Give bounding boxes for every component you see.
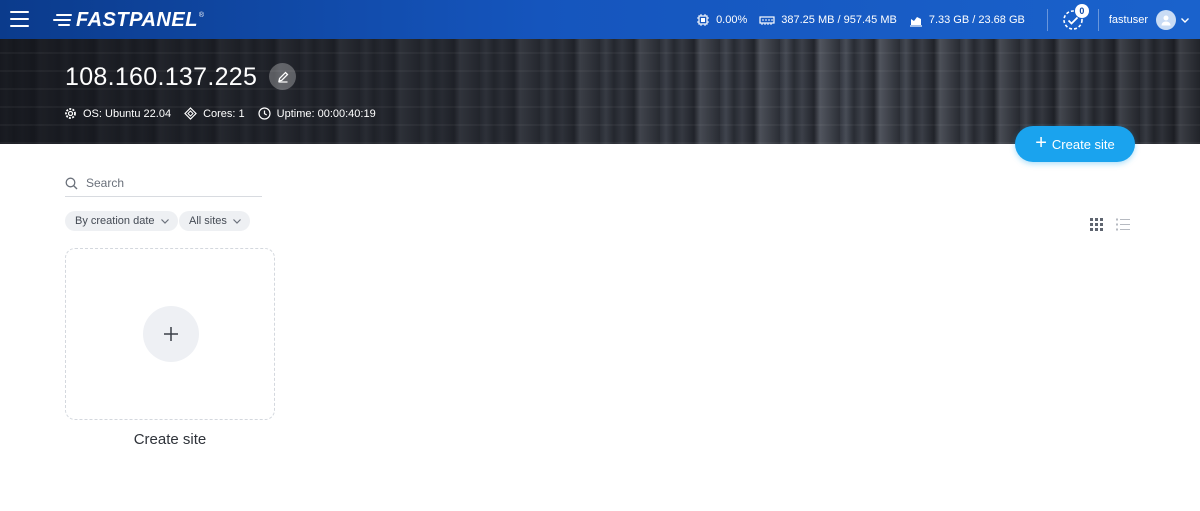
chevron-down-icon [1181, 17, 1189, 23]
disk-stat[interactable]: 7.33 GB / 23.68 GB [909, 13, 1025, 27]
sort-dropdown[interactable]: By creation date [65, 211, 178, 231]
top-navigation-bar: FASTPANEL ® 0.00% 387.25 MB / 957.45 MB … [0, 0, 1200, 39]
search-field[interactable] [65, 170, 262, 197]
sort-dropdown-label: By creation date [75, 215, 155, 227]
logo-registered-mark: ® [198, 11, 205, 19]
divider [1046, 8, 1048, 31]
cores-info: Cores: 1 [184, 107, 245, 120]
fastpanel-logo[interactable]: FASTPANEL ® [52, 9, 204, 31]
create-site-button-label: Create site [1051, 136, 1115, 152]
os-info: OS: Ubuntu 22.04 [64, 107, 171, 120]
plus-icon: + [1035, 132, 1047, 154]
chevron-down-icon [160, 219, 169, 224]
menu-icon[interactable] [10, 10, 30, 28]
username: fastuser [1108, 13, 1148, 26]
create-site-card[interactable] [65, 248, 275, 420]
divider [1097, 8, 1099, 31]
logo-text: FASTPANEL [76, 8, 198, 31]
search-input[interactable] [86, 176, 246, 190]
cpu-value: 0.00% [716, 13, 748, 26]
ram-icon [759, 15, 775, 25]
plus-icon [164, 327, 178, 341]
page: FASTPANEL ® 0.00% 387.25 MB / 957.45 MB … [0, 0, 1200, 511]
ram-value: 387.25 MB / 957.45 MB [781, 13, 897, 26]
avatar-icon [1156, 9, 1176, 30]
tasks-count-badge: 0 [1074, 3, 1089, 18]
list-view-icon[interactable] [1116, 218, 1130, 231]
disk-value: 7.33 GB / 23.68 GB [928, 13, 1025, 26]
uptime-info: Uptime: 00:00:40:19 [258, 107, 376, 120]
add-site-circle [143, 306, 199, 362]
create-site-button[interactable]: + Create site [1015, 126, 1135, 162]
grid-view-icon[interactable] [1090, 218, 1103, 231]
os-label: OS: Ubuntu 22.04 [83, 107, 172, 120]
server-meta: OS: Ubuntu 22.04 Cores: 1 Uptime: 00:00:… [64, 107, 389, 120]
tasks-button[interactable]: 0 [1062, 3, 1089, 31]
create-site-card-label: Create site [133, 431, 207, 448]
user-menu[interactable]: fastuser [1108, 9, 1190, 30]
chevron-down-icon [232, 219, 241, 224]
site-filter-label: All sites [189, 215, 227, 227]
gear-icon [65, 108, 76, 119]
uptime-label: Uptime: 00:00:40:19 [276, 107, 376, 120]
diamond-icon [184, 107, 197, 120]
logo-mark-icon [52, 12, 74, 28]
edit-server-name-button[interactable] [269, 63, 296, 90]
ram-stat[interactable]: 387.25 MB / 957.45 MB [759, 14, 897, 26]
pencil-icon [277, 71, 288, 83]
resource-stats: 0.00% 387.25 MB / 957.45 MB 7.33 GB / 23… [696, 0, 1200, 39]
clock-icon [258, 107, 271, 120]
search-icon [65, 177, 78, 189]
cores-label: Cores: 1 [203, 107, 245, 120]
server-ip: 108.160.137.225 [65, 63, 258, 91]
server-hero-banner: 108.160.137.225 OS: Ubuntu 22.04 Cores: … [0, 39, 1200, 144]
disk-chart-icon [909, 16, 922, 27]
cpu-stat[interactable]: 0.00% [696, 13, 747, 27]
site-filter-dropdown[interactable]: All sites [179, 211, 250, 231]
cpu-icon [697, 13, 710, 26]
